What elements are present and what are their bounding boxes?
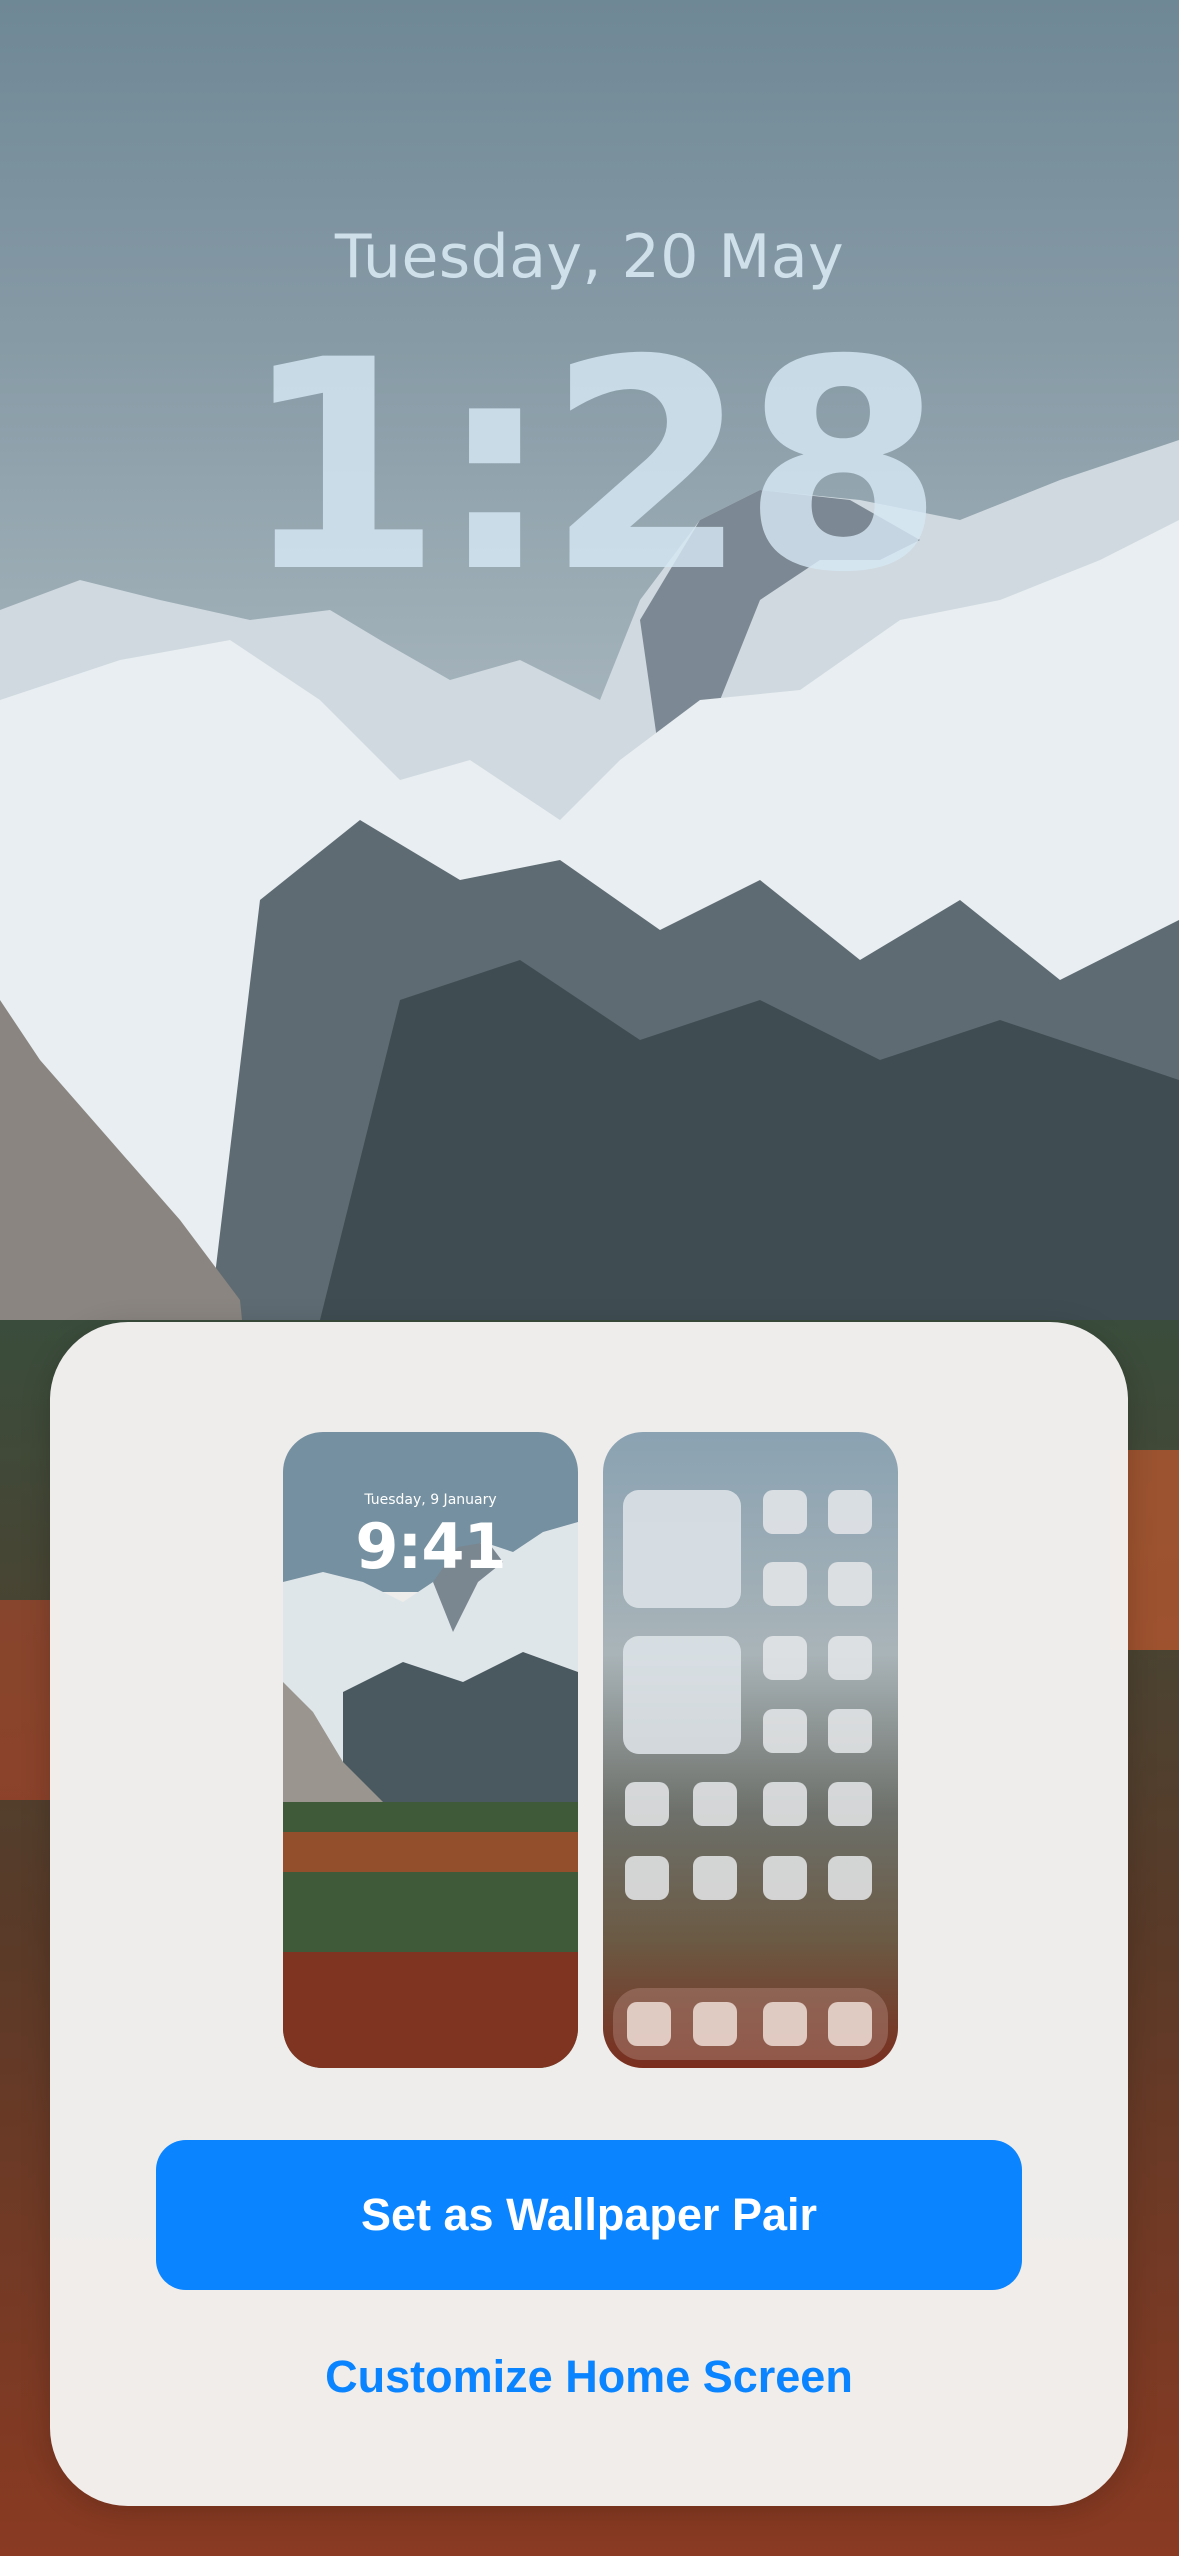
lock-screen-time: 1:28 bbox=[240, 299, 944, 636]
home-preview-wallpaper bbox=[603, 1432, 898, 2068]
home-screen-preview[interactable] bbox=[603, 1432, 898, 2068]
lock-preview-date: Tuesday, 9 January bbox=[364, 1492, 497, 1508]
lock-screen-preview[interactable]: Tuesday, 9 January 9:41 bbox=[283, 1432, 578, 2068]
customize-home-screen-button[interactable]: Customize Home Screen bbox=[156, 2332, 1022, 2422]
set-as-wallpaper-pair-button[interactable]: Set as Wallpaper Pair bbox=[156, 2140, 1022, 2290]
lock-preview-time: 9:41 bbox=[355, 1510, 506, 1583]
wallpaper-pair-sheet: Tuesday, 9 January 9:41 Set as Wallpaper… bbox=[50, 1322, 1128, 2506]
lock-screen-date: Tuesday, 20 May bbox=[334, 222, 845, 292]
